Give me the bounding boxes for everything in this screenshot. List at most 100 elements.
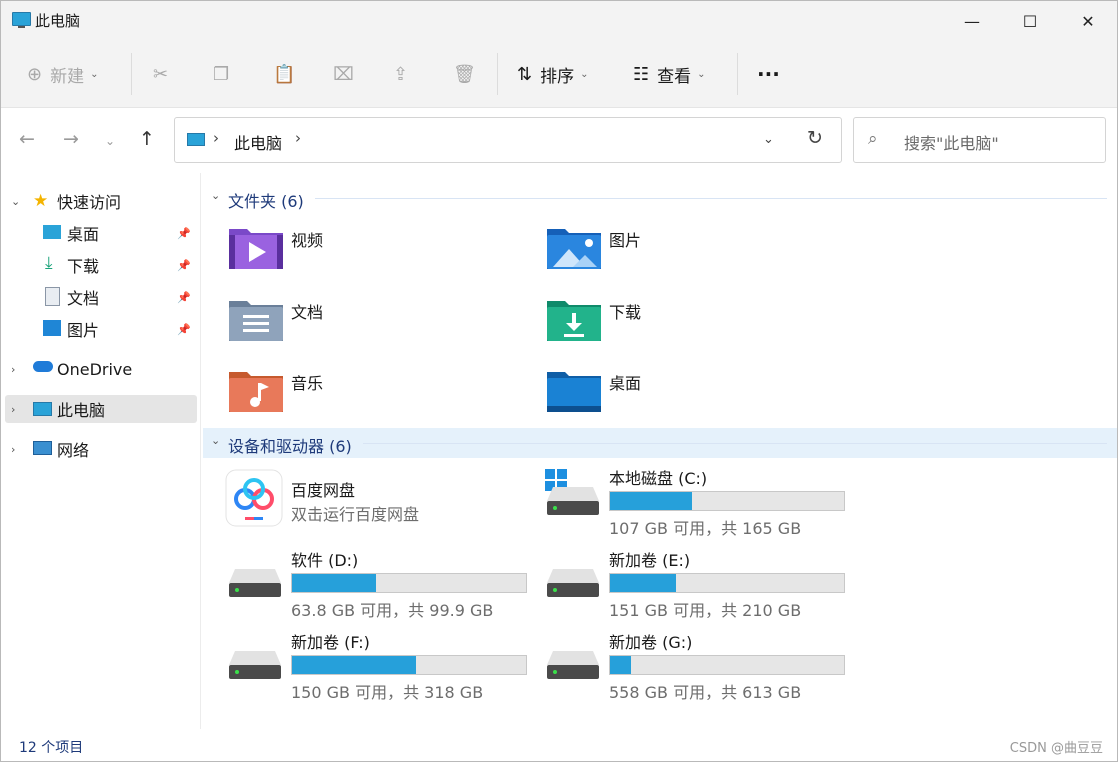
sidebar-item-downloads[interactable]: ⤓ 下载 📌 xyxy=(5,251,197,279)
copy-icon: ❐ xyxy=(213,63,230,85)
hard-drive-icon xyxy=(547,569,599,597)
desktop-folder-icon xyxy=(547,372,601,412)
search-box[interactable]: ⌕ 搜索"此电脑" xyxy=(853,117,1106,163)
section-title: 设备和驱动器 (6) xyxy=(228,437,352,456)
address-dropdown-icon[interactable]: ⌄ xyxy=(763,132,774,147)
pin-icon[interactable]: 📌 xyxy=(177,291,191,304)
share-button[interactable]: ⇪ xyxy=(393,53,416,95)
downloads-folder-icon xyxy=(547,301,601,341)
command-bar: ⊕ 新建 ⌄ ✂ ❐ 📋 ⌧ ⇪ 🗑 ⇅ 排序 ⌄ ☷ 查看 ⌄ ··· xyxy=(1,41,1117,108)
title-bar[interactable]: 此电脑 — ☐ ✕ xyxy=(1,1,1117,41)
sidebar-item-network[interactable]: › 网络 xyxy=(5,435,197,463)
cut-button[interactable]: ✂ xyxy=(153,53,176,95)
sidebar-item-onedrive[interactable]: › OneDrive xyxy=(5,355,197,383)
expand-chevron-icon[interactable]: › xyxy=(11,403,15,416)
pin-icon[interactable]: 📌 xyxy=(177,259,191,272)
expand-chevron-icon[interactable]: › xyxy=(11,363,15,376)
folder-documents[interactable]: 文档 xyxy=(229,297,529,357)
sidebar-item-pictures[interactable]: 图片 📌 xyxy=(5,315,197,343)
breadcrumb-chevron-icon[interactable]: › xyxy=(295,129,301,147)
folder-name: 桌面 xyxy=(609,374,642,393)
close-button[interactable]: ✕ xyxy=(1059,1,1117,41)
forward-arrow-icon[interactable]: → xyxy=(63,128,79,150)
folder-name: 文档 xyxy=(291,303,324,322)
hard-drive-icon xyxy=(547,651,599,679)
paste-button[interactable]: 📋 xyxy=(273,53,303,95)
sidebar-item-desktop[interactable]: 桌面 📌 xyxy=(5,219,197,247)
delete-button[interactable]: 🗑 xyxy=(453,53,484,95)
maximize-button[interactable]: ☐ xyxy=(1001,1,1059,41)
collapse-chevron-icon[interactable]: ⌄ xyxy=(211,189,220,202)
pin-icon[interactable]: 📌 xyxy=(177,227,191,240)
desktop-icon xyxy=(43,225,61,239)
refresh-icon[interactable]: ↻ xyxy=(807,127,823,149)
section-header-devices[interactable]: ⌄ 设备和驱动器 (6) xyxy=(203,428,1117,458)
folder-desktop[interactable]: 桌面 xyxy=(547,368,847,428)
rename-button[interactable]: ⌧ xyxy=(333,53,362,95)
this-pc-icon xyxy=(187,133,205,146)
more-options-button[interactable]: ··· xyxy=(757,53,780,95)
expand-chevron-icon[interactable]: › xyxy=(11,443,15,456)
folder-videos[interactable]: 视频 xyxy=(229,225,529,285)
pin-icon[interactable]: 📌 xyxy=(177,323,191,336)
back-arrow-icon[interactable]: ← xyxy=(19,128,35,150)
toolbar-separator xyxy=(131,53,132,95)
sidebar-label: 图片 xyxy=(67,321,100,340)
recent-chevron-icon[interactable]: ⌄ xyxy=(105,134,115,148)
picture-icon xyxy=(43,320,61,336)
drive-name: 新加卷 (F:) xyxy=(291,633,370,652)
folder-name: 视频 xyxy=(291,231,324,250)
sidebar-label: OneDrive xyxy=(57,359,133,379)
drive-usage-bar xyxy=(609,491,845,511)
drive-usage-bar xyxy=(291,655,527,675)
new-label: 新建 xyxy=(50,66,85,87)
pane-divider[interactable] xyxy=(200,173,201,729)
sidebar-item-this-pc[interactable]: › 此电脑 xyxy=(5,395,197,423)
drive-free-space: 63.8 GB 可用，共 99.9 GB xyxy=(291,601,494,620)
up-arrow-icon[interactable]: ↑ xyxy=(139,128,155,150)
view-label: 查看 xyxy=(657,66,692,87)
drive-usage-bar xyxy=(609,573,845,593)
section-divider xyxy=(315,198,1107,199)
drive-name: 软件 (D:) xyxy=(291,551,359,570)
folder-music[interactable]: 音乐 xyxy=(229,368,529,428)
cloud-icon xyxy=(33,361,53,372)
drive-f[interactable]: 新加卷 (F:) 150 GB 可用，共 318 GB xyxy=(229,629,539,702)
drive-free-space: 107 GB 可用，共 165 GB xyxy=(609,519,802,538)
drive-c[interactable]: 本地磁盘 (C:) 107 GB 可用，共 165 GB xyxy=(545,465,857,538)
view-button[interactable]: ☷ 查看 ⌄ xyxy=(633,53,706,95)
minimize-button[interactable]: — xyxy=(943,1,1001,41)
folder-name: 图片 xyxy=(609,231,642,250)
network-icon xyxy=(33,441,52,455)
search-placeholder[interactable]: 搜索"此电脑" xyxy=(904,130,999,154)
sidebar-item-quick-access[interactable]: ⌄ ★ 快速访问 xyxy=(5,187,197,215)
drive-e[interactable]: 新加卷 (E:) 151 GB 可用，共 210 GB xyxy=(547,547,857,620)
sidebar-item-documents[interactable]: 文档 📌 xyxy=(5,283,197,311)
drive-g[interactable]: 新加卷 (G:) 558 GB 可用，共 613 GB xyxy=(547,629,857,702)
sidebar-label: 文档 xyxy=(67,289,100,308)
drive-d[interactable]: 软件 (D:) 63.8 GB 可用，共 99.9 GB xyxy=(229,547,539,620)
breadcrumb-chevron-icon[interactable]: › xyxy=(213,129,219,147)
address-bar[interactable]: › 此电脑 › ⌄ ↻ xyxy=(174,117,842,163)
drive-subtitle: 双击运行百度网盘 xyxy=(291,505,420,524)
breadcrumb-this-pc[interactable]: 此电脑 xyxy=(234,130,282,154)
view-list-icon: ☷ xyxy=(633,63,650,85)
collapse-chevron-icon[interactable]: ⌄ xyxy=(211,434,220,447)
sort-arrows-icon: ⇅ xyxy=(517,63,533,85)
documents-folder-icon xyxy=(229,301,283,341)
drive-usage-fill xyxy=(292,574,377,592)
folder-name: 下载 xyxy=(609,303,642,322)
sort-button[interactable]: ⇅ 排序 ⌄ xyxy=(517,53,588,95)
new-button[interactable]: ⊕ 新建 ⌄ xyxy=(27,53,98,95)
folder-downloads[interactable]: 下载 xyxy=(547,297,847,357)
baidu-netdisk-item[interactable]: 百度网盘 双击运行百度网盘 xyxy=(225,469,539,547)
drive-free-space: 558 GB 可用，共 613 GB xyxy=(609,683,802,702)
toolbar-separator xyxy=(737,53,738,95)
status-bar: 12 个项目 CSDN @曲豆豆 xyxy=(1,729,1117,761)
section-header-folders[interactable]: ⌄ 文件夹 (6) xyxy=(203,183,1117,213)
expand-chevron-icon[interactable]: ⌄ xyxy=(11,195,20,208)
drive-free-space: 151 GB 可用，共 210 GB xyxy=(609,601,802,620)
copy-button[interactable]: ❐ xyxy=(213,53,237,95)
folder-pictures[interactable]: 图片 xyxy=(547,225,847,285)
navigation-row: ← → ⌄ ↑ › 此电脑 › ⌄ ↻ ⌕ 搜索"此电脑" xyxy=(1,108,1117,172)
